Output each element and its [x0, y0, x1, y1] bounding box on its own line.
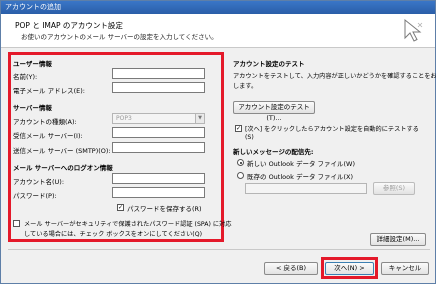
spa-label-line1: メール サーバーがセキュリティで保護されたパスワード認証 (SPA) に対応	[24, 221, 232, 228]
incoming-server-input[interactable]	[112, 127, 205, 138]
password-input[interactable]	[112, 187, 205, 198]
window-titlebar: アカウントの追加	[1, 1, 435, 14]
test-heading: アカウント設定のテスト	[233, 60, 305, 68]
account-type-label: アカウントの種類(A):	[13, 118, 77, 126]
header-title: POP と IMAP のアカウント設定	[15, 21, 123, 30]
next-button[interactable]: 次へ(N) >	[325, 262, 374, 275]
footer-divider	[8, 249, 430, 250]
name-input[interactable]	[112, 68, 205, 79]
email-input[interactable]	[112, 82, 205, 93]
spa-label-line2: している場合には、チェック ボックスをオンにしてください(Q)	[24, 231, 202, 238]
more-settings-button[interactable]: 詳細設定(M)...	[370, 233, 426, 246]
browse-button[interactable]: 参照(S)	[373, 182, 415, 195]
new-data-file-label: 新しい Outlook データ ファイル(W)	[247, 160, 356, 168]
save-password-label: パスワードを保存する(R)	[127, 205, 202, 213]
cancel-button[interactable]: キャンセル	[381, 262, 429, 275]
account-type-value: POP3	[116, 115, 132, 122]
window-title: アカウントの追加	[5, 3, 61, 11]
user-info-heading: ユーザー情報	[13, 60, 52, 68]
new-data-file-radio[interactable]	[237, 159, 244, 166]
mouse-cursor-icon	[404, 18, 423, 42]
delivery-heading: 新しいメッセージの配信先:	[233, 148, 314, 156]
outgoing-server-label: 送信メール サーバー (SMTP)(O):	[13, 147, 111, 155]
header-subtitle: お使いのアカウントのメール サーバーの設定を入力してください。	[21, 33, 218, 41]
account-name-input[interactable]	[112, 173, 205, 184]
spa-checkbox[interactable]	[13, 220, 20, 227]
test-description-line1: アカウントをテストして、入力内容が正しいかどうかを確認することをお勧め	[233, 73, 436, 80]
test-account-settings-button[interactable]: アカウント設定のテスト(T)...	[233, 101, 315, 122]
account-name-label: アカウント名(U):	[13, 178, 65, 186]
password-label: パスワード(P):	[13, 192, 57, 200]
incoming-server-label: 受信メール サーバー(I):	[13, 132, 83, 140]
existing-data-file-path-input[interactable]	[245, 183, 367, 194]
add-account-dialog: アカウントの追加 POP と IMAP のアカウント設定 お使いのアカウントのメ…	[0, 0, 436, 284]
account-type-select[interactable]: POP3 ▼	[112, 113, 205, 124]
existing-data-file-label: 既存の Outlook データ ファイル(X)	[247, 173, 354, 181]
name-label: 名前(Y):	[13, 73, 38, 81]
auto-test-label-line1: [次へ] をクリックしたらアカウント設定を自動的にテストする	[245, 126, 419, 133]
existing-data-file-radio[interactable]	[237, 172, 244, 179]
outgoing-server-input[interactable]	[112, 142, 205, 153]
email-label: 電子メール アドレス(E):	[13, 87, 85, 95]
test-description-line2: します。	[233, 83, 258, 90]
back-button[interactable]: < 戻る(B)	[264, 262, 318, 275]
auto-test-checkbox[interactable]: ✓	[235, 125, 242, 132]
server-info-heading: サーバー情報	[13, 104, 52, 112]
chevron-down-icon: ▼	[195, 114, 204, 123]
logon-info-heading: メール サーバーへのログオン情報	[13, 164, 113, 172]
save-password-checkbox[interactable]: ✓	[117, 204, 124, 211]
auto-test-label-line2: (S)	[245, 134, 254, 141]
dialog-header: POP と IMAP のアカウント設定 お使いのアカウントのメール サーバーの設…	[1, 14, 435, 48]
